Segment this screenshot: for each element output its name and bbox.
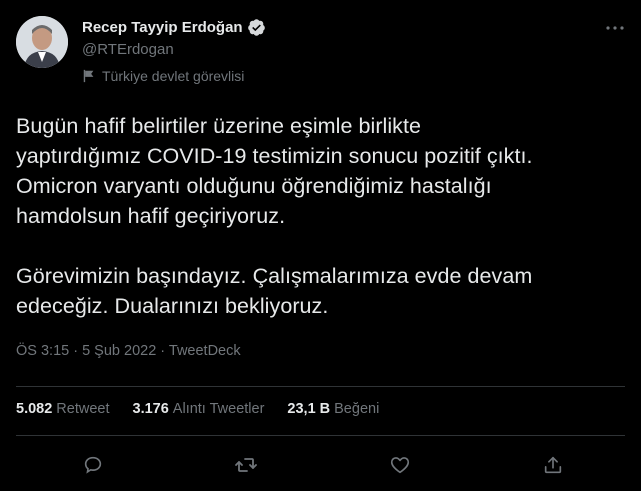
more-icon[interactable] [603,18,627,38]
quotes-count: 3.176 [132,401,169,417]
tweet-meta[interactable]: ÖS 3:15 · 5 Şub 2022 · TweetDeck [16,343,241,359]
retweets-label: Retweet [56,401,110,417]
account-label-text: Türkiye devlet görevlisi [102,68,245,84]
verified-badge-icon [247,18,266,37]
flag-icon [83,69,94,83]
likes-label: Beğeni [334,401,380,417]
quotes-stat[interactable]: 3.176 Alıntı Tweetler [133,401,265,417]
likes-stat[interactable]: 23,1 B Beğeni [287,401,379,417]
divider [16,435,625,436]
quotes-label: Alıntı Tweetler [172,401,265,417]
author-display-name[interactable]: Recep Tayyip Erdoğan [82,19,243,36]
tweet-stats: 5.082 Retweet 3.176 Alıntı Tweetler 23,1 B… [16,401,402,417]
avatar[interactable] [16,16,68,68]
retweet-icon[interactable] [229,448,263,482]
divider [16,386,625,387]
retweets-stat[interactable]: 5.082 Retweet [16,401,110,417]
action-bar [0,448,641,482]
reply-icon[interactable] [76,448,110,482]
account-label: Türkiye devlet görevlisi [82,68,244,84]
tweet-text: Bugün hafif belirtiler üzerine eşimle bi… [16,114,533,318]
author-handle[interactable]: @RTErdogan [82,41,174,58]
share-icon[interactable] [536,448,570,482]
retweets-count: 5.082 [16,401,53,417]
heart-icon[interactable] [383,448,417,482]
likes-count: 23,1 B [287,401,331,417]
